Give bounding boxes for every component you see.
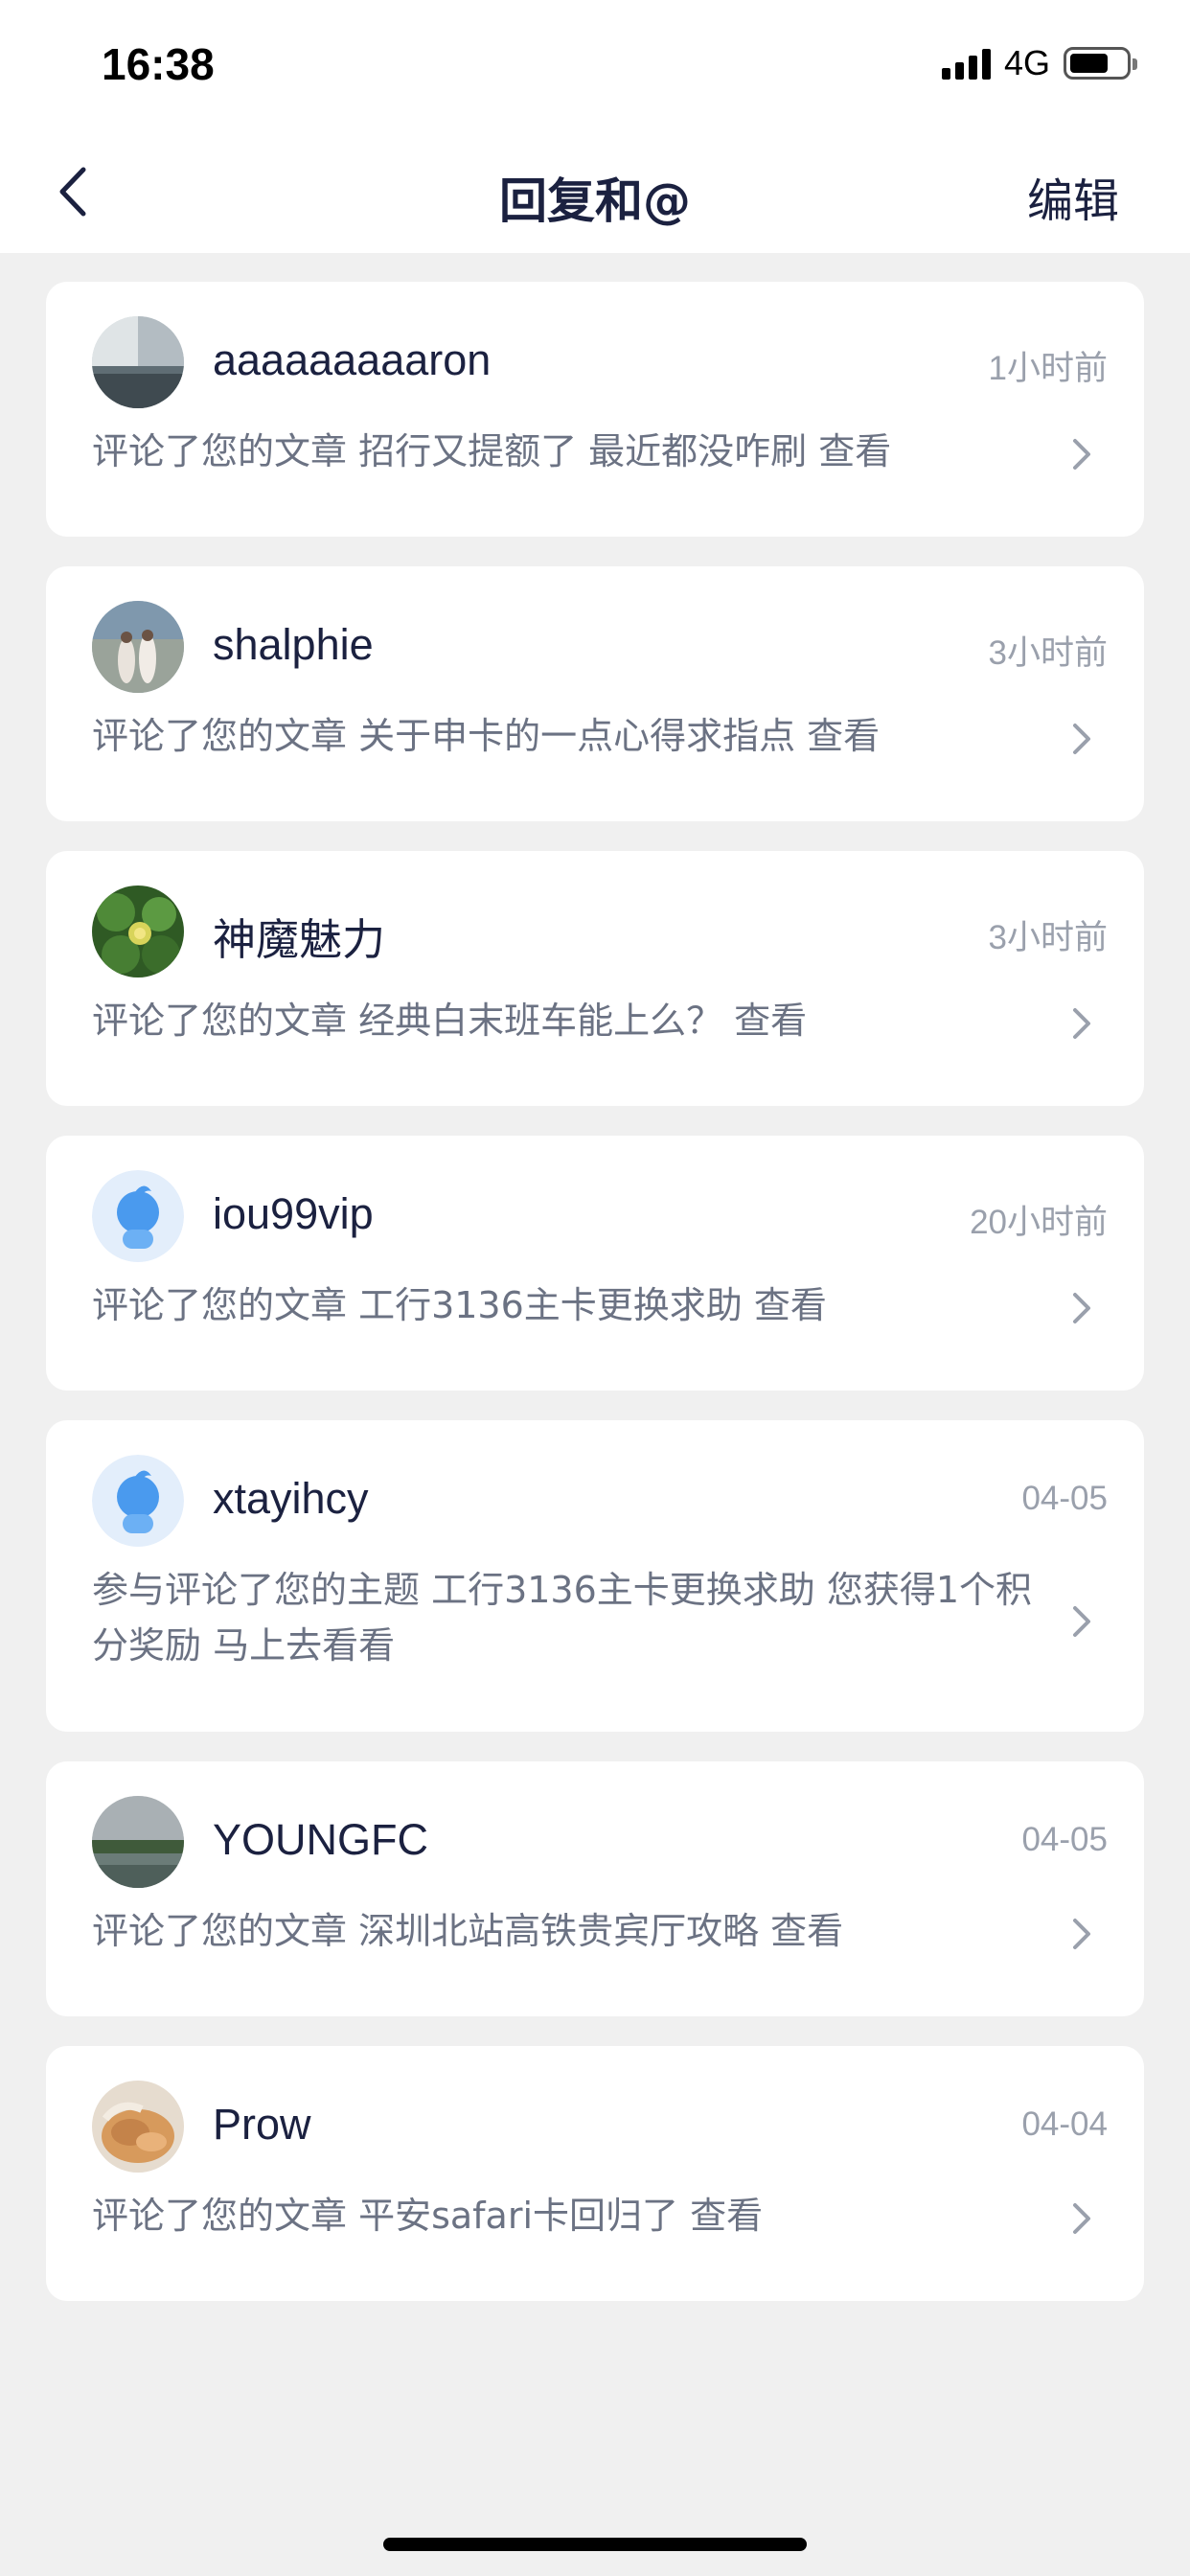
notification-card[interactable]: iou99vip 20小时前 评论了您的文章 工行3136主卡更换求助 查看 (46, 1136, 1144, 1391)
nav-bar: 回复和@ 编辑 (0, 134, 1190, 253)
notification-card[interactable]: YOUNGFC 04-05 评论了您的文章 深圳北站高铁贵宾厅攻略 查看 (46, 1761, 1144, 2016)
username[interactable]: iou99vip (213, 1189, 374, 1239)
chevron-right-icon (1073, 1008, 1090, 1039)
page-title: 回复和@ (499, 173, 691, 229)
notification-card[interactable]: Prow 04-04 评论了您的文章 平安safari卡回归了 查看 (46, 2046, 1144, 2301)
avatar[interactable] (92, 886, 184, 978)
username[interactable]: shalphie (213, 620, 374, 670)
timestamp: 20小时前 (970, 1204, 1108, 1241)
notification-text: 评论了您的文章 经典白末班车能上么？ 查看 (92, 1000, 808, 1042)
edit-button[interactable]: 编辑 (1027, 163, 1119, 230)
chevron-right-icon (1073, 1606, 1090, 1637)
notification-card[interactable]: xtayihcy 04-05 参与评论了您的主题 工行3136主卡更换求助 您获… (46, 1420, 1144, 1732)
status-time: 16:38 (102, 39, 215, 89)
timestamp: 3小时前 (988, 634, 1108, 672)
avatar[interactable] (92, 316, 184, 408)
notification-card[interactable]: 神魔魅力 3小时前 评论了您的文章 经典白末班车能上么？ 查看 (46, 851, 1144, 1106)
home-indicator[interactable] (383, 2538, 807, 2551)
avatar[interactable] (92, 601, 184, 693)
notification-text: 评论了您的文章 深圳北站高铁贵宾厅攻略 查看 (92, 1910, 844, 1952)
notification-text: 评论了您的文章 关于申卡的一点心得求指点 查看 (92, 715, 881, 757)
avatar[interactable] (92, 1170, 184, 1262)
timestamp: 04-05 (1021, 1821, 1108, 1858)
username[interactable]: xtayihcy (213, 1474, 369, 1524)
network-type: 4G (1003, 43, 1050, 82)
status-icons: 4G (941, 43, 1137, 82)
notification-card[interactable]: shalphie 3小时前 评论了您的文章 关于申卡的一点心得求指点 查看 (46, 566, 1144, 821)
notification-text: 评论了您的文章 工行3136主卡更换求助 查看 (92, 1284, 827, 1326)
notification-text: 评论了您的文章 招行又提额了 最近都没咋刷 查看 (92, 430, 892, 472)
chevron-right-icon (1073, 2203, 1090, 2234)
chevron-right-icon (1073, 724, 1090, 754)
chevron-right-icon (1073, 439, 1090, 470)
notification-text: 评论了您的文章 平安safari卡回归了 查看 (92, 2195, 764, 2237)
notification-list: aaaaaaaaaron 1小时前 评论了您的文章 招行又提额了 最近都没咋刷 … (46, 282, 1144, 2331)
battery-icon (1064, 47, 1137, 80)
username[interactable]: 神魔魅力 (213, 905, 385, 967)
timestamp: 04-05 (1021, 1480, 1108, 1517)
notification-card[interactable]: aaaaaaaaaron 1小时前 评论了您的文章 招行又提额了 最近都没咋刷 … (46, 282, 1144, 537)
timestamp: 04-04 (1021, 2105, 1108, 2143)
status-bar: 16:38 4G (0, 0, 1190, 134)
avatar[interactable] (92, 1796, 184, 1888)
timestamp: 3小时前 (988, 919, 1108, 956)
avatar[interactable] (92, 1455, 184, 1547)
username[interactable]: Prow (213, 2100, 311, 2150)
chevron-right-icon (1073, 1919, 1090, 1949)
signal-icon (941, 47, 991, 80)
username[interactable]: YOUNGFC (213, 1815, 428, 1865)
timestamp: 1小时前 (988, 350, 1108, 387)
notification-text: 参与评论了您的主题 工行3136主卡更换求助 您获得1个积分奖励 马上去看看 (92, 1569, 1033, 1667)
avatar[interactable] (92, 2081, 184, 2173)
username[interactable]: aaaaaaaaaron (213, 335, 491, 385)
chevron-right-icon (1073, 1293, 1090, 1323)
